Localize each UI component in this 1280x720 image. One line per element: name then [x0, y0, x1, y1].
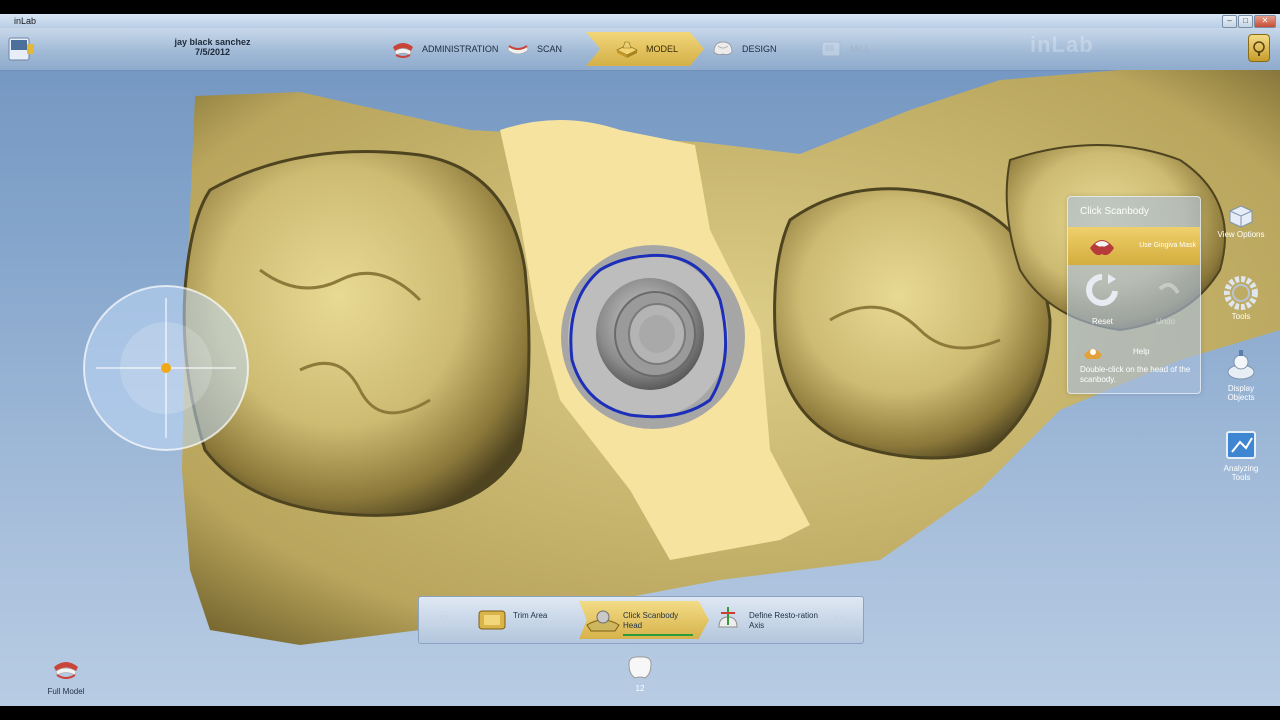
step-scan-label: SCAN — [537, 44, 563, 54]
full-model-button[interactable]: Full Model — [40, 655, 92, 696]
close-button[interactable]: ✕ — [1254, 15, 1276, 28]
next-step-button[interactable]: » — [819, 605, 859, 633]
step-model[interactable]: MODEL — [586, 32, 705, 66]
step-design[interactable]: DESIGN — [710, 32, 777, 66]
scanbody-head-icon — [586, 610, 620, 632]
trim-area-label: Trim Area — [513, 611, 548, 620]
use-gingiva-mask-label: Use Gingiva Mask — [1139, 242, 1196, 249]
substep-click-scanbody-head[interactable]: Click Scanbody Head — [579, 601, 709, 639]
display-objects-button[interactable]: Display Objects — [1216, 350, 1266, 402]
workflow-topbar: jay black sanchez 7/5/2012 ADMINISTRATIO… — [0, 28, 1280, 71]
previous-step-button[interactable]: « — [423, 605, 463, 633]
step-administration[interactable]: ADMINISTRATION — [390, 32, 498, 66]
active-step-indicator — [623, 634, 693, 636]
use-gingiva-mask-button[interactable]: Use Gingiva Mask — [1068, 227, 1200, 265]
bottom-black-border — [0, 706, 1280, 720]
substep-define-restoration-axis[interactable]: Define Resto-ration Axis — [705, 601, 825, 639]
step-mill-label: MILL — [850, 44, 871, 54]
view-options-button[interactable]: View Options — [1216, 204, 1266, 239]
cerec-logo-icon[interactable] — [6, 32, 36, 64]
restoration-axis-icon — [718, 607, 738, 628]
reset-label[interactable]: Reset — [1092, 317, 1113, 326]
help-book-icon[interactable] — [1248, 34, 1270, 62]
top-black-border — [0, 0, 1280, 14]
help-label[interactable]: Help — [1133, 347, 1149, 356]
cube-view-icon — [1229, 205, 1253, 228]
window-title: inLab — [14, 16, 37, 26]
analyzing-tools-label: Analyzing Tools — [1223, 464, 1259, 482]
undo-label: Undo — [1156, 317, 1176, 326]
undo-icon — [1158, 282, 1180, 295]
scanbody — [561, 245, 745, 429]
tools-label: Tools — [1231, 312, 1251, 321]
step-model-label: MODEL — [646, 44, 679, 54]
rotation-control[interactable] — [82, 284, 250, 452]
click-scanbody-panel: Click Scanbody Use Gingiva Mask Reset Un… — [1067, 196, 1201, 394]
define-restoration-axis-label: Define Resto-ration Axis — [749, 611, 818, 630]
analyzing-tools-button[interactable]: Analyzing Tools — [1216, 430, 1266, 482]
inlab-watermark: inLab — [1030, 32, 1094, 57]
substep-trim-area[interactable]: Trim Area — [469, 601, 599, 639]
panel-title: Click Scanbody — [1080, 206, 1149, 217]
model-block-icon — [616, 41, 638, 58]
step-administration-label: ADMINISTRATION — [422, 44, 499, 54]
gear-ring-icon — [1224, 276, 1258, 310]
window-titlebar: inLab – □ ✕ — [0, 14, 1280, 28]
step-scan[interactable]: SCAN — [505, 32, 562, 66]
tools-button[interactable]: Tools — [1216, 276, 1266, 321]
patient-name: jay black sanchez — [174, 37, 251, 47]
view-options-label: View Options — [1217, 230, 1265, 239]
full-model-label: Full Model — [47, 687, 85, 696]
tooth-selector[interactable]: 12 — [624, 654, 656, 693]
gingiva-mask-icon — [1090, 240, 1114, 256]
tooth-number: 12 — [635, 684, 645, 693]
click-scanbody-head-label: Click Scanbody Head — [623, 611, 679, 630]
help-text: Double-click on the head of the scanbody… — [1080, 365, 1191, 384]
crown-icon — [713, 41, 733, 56]
step-mill: MILL — [818, 32, 870, 66]
minimize-button[interactable]: – — [1222, 15, 1237, 28]
analyzing-tools-icon — [1226, 431, 1256, 459]
model-step-bar: « Trim Area Click Scanbody Head Define R… — [418, 596, 864, 644]
milling-unit-icon — [821, 41, 841, 57]
trim-area-icon — [478, 610, 506, 630]
dentures-icon — [393, 43, 413, 58]
patient-info: jay black sanchez 7/5/2012 — [140, 37, 285, 57]
scan-jaw-icon — [507, 45, 529, 55]
tooth-icon — [628, 656, 652, 679]
dentures-icon — [54, 662, 78, 679]
display-objects-label: Display Objects — [1227, 384, 1255, 402]
reset-icon[interactable] — [1086, 274, 1118, 308]
rotation-center-dot — [161, 363, 171, 373]
help-icon[interactable] — [1082, 343, 1104, 361]
maximize-button[interactable]: □ — [1238, 15, 1253, 28]
display-objects-icon — [1227, 350, 1255, 380]
case-date: 7/5/2012 — [194, 47, 231, 57]
step-design-label: DESIGN — [742, 44, 777, 54]
